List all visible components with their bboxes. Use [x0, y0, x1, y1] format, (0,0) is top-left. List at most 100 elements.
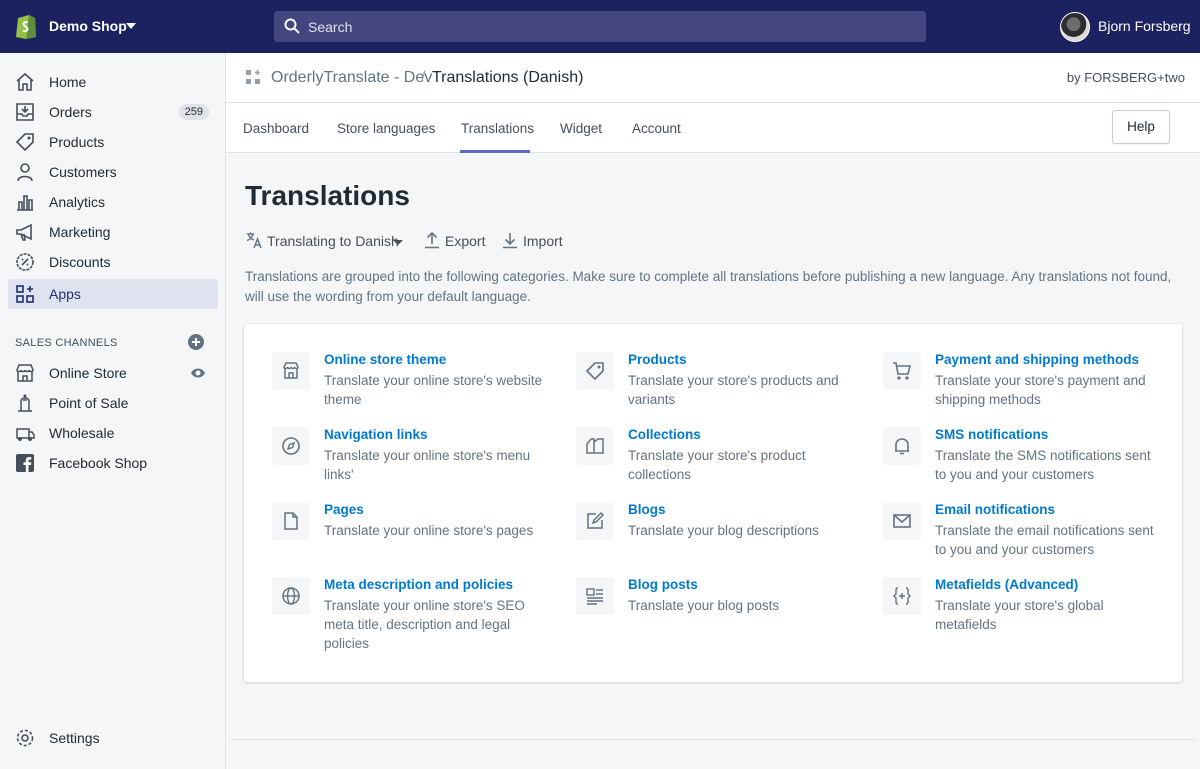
shopify-logo-icon[interactable] [14, 12, 38, 40]
tab-dashboard[interactable]: Dashboard [243, 121, 309, 136]
top-bar: Demo Shop Search Bjorn Forsberg [0, 0, 1200, 53]
add-circle-icon[interactable] [188, 334, 204, 350]
blog-posts-icon [586, 588, 603, 605]
sidebar-item-facebook-shop[interactable]: Facebook Shop [8, 448, 218, 478]
footer-divider [231, 739, 1195, 740]
category-description: Translate your online store's website th… [324, 373, 543, 407]
search-placeholder: Search [308, 19, 353, 35]
translate-icon [246, 232, 262, 249]
orders-icon [16, 103, 34, 121]
category-description: Translate your online store's menu links… [324, 448, 531, 482]
category-collections[interactable]: Collections Translate your store's produ… [576, 427, 866, 497]
compose-icon [587, 511, 605, 529]
theme-icon [283, 362, 299, 379]
help-button[interactable]: Help [1112, 110, 1170, 144]
category-description: Translate the email notifications sent t… [935, 523, 1154, 557]
category-title[interactable]: Metafields (Advanced) [935, 577, 1078, 592]
category-title[interactable]: Payment and shipping methods [935, 352, 1139, 367]
category-pages[interactable]: Pages Translate your online store's page… [272, 502, 562, 572]
category-title[interactable]: Products [628, 352, 687, 367]
translating-language-dropdown[interactable]: Translating to Danish [245, 231, 405, 251]
search-input[interactable]: Search [274, 11, 926, 42]
category-title[interactable]: Online store theme [324, 352, 446, 367]
import-label: Import [523, 233, 563, 249]
sidebar-item-label: Facebook Shop [49, 455, 148, 471]
cart-icon [893, 362, 912, 380]
caret-down-icon [393, 240, 403, 245]
person-icon [17, 163, 33, 182]
tab-store-languages[interactable]: Store languages [337, 121, 435, 136]
sidebar-item-online-store[interactable]: Online Store [8, 358, 218, 388]
sidebar-item-analytics[interactable]: Analytics [8, 187, 218, 217]
sidebar-item-home[interactable]: Home [8, 67, 218, 97]
category-meta-description[interactable]: Meta description and policies Translate … [272, 577, 562, 651]
category-description: Translate your blog descriptions [628, 523, 819, 538]
sidebar-item-apps[interactable]: Apps [8, 279, 218, 309]
category-title[interactable]: Pages [324, 502, 364, 517]
category-title[interactable]: Meta description and policies [324, 577, 513, 592]
categories-card: Online store theme Translate your online… [244, 324, 1182, 682]
category-title[interactable]: Blogs [628, 502, 666, 517]
import-button[interactable]: Import [501, 231, 563, 251]
category-metafields[interactable]: Metafields (Advanced) Translate your sto… [883, 577, 1173, 647]
category-blog-posts[interactable]: Blog posts Translate your blog posts [576, 577, 866, 647]
breadcrumb-app[interactable]: OrderlyTranslate - Dev [271, 69, 432, 87]
app-icon [246, 70, 260, 84]
sidebar-item-wholesale[interactable]: Wholesale [8, 418, 218, 448]
category-online-store-theme[interactable]: Online store theme Translate your online… [272, 352, 562, 422]
avatar[interactable] [1060, 12, 1090, 42]
shop-name[interactable]: Demo Shop [49, 18, 127, 34]
tab-widget[interactable]: Widget [560, 121, 602, 136]
export-button[interactable]: Export [423, 231, 485, 251]
sidebar-item-label: Products [49, 134, 105, 150]
category-navigation-links[interactable]: Navigation links Translate your online s… [272, 427, 562, 497]
sidebar-item-point-of-sale[interactable]: Point of Sale [8, 388, 218, 418]
megaphone-icon [16, 223, 32, 241]
category-description: Translate your online store's SEO meta t… [324, 598, 525, 651]
sidebar-item-label: Home [49, 74, 87, 90]
sidebar-item-label: Discounts [49, 254, 111, 270]
sidebar-item-settings[interactable]: Settings [8, 723, 218, 753]
breadcrumb-current: Translations (Danish) [432, 69, 584, 86]
category-title[interactable]: Navigation links [324, 427, 428, 442]
sidebar-item-label: Point of Sale [49, 395, 129, 411]
category-description: Translate your online store's pages [324, 523, 534, 538]
category-blogs[interactable]: Blogs Translate your blog descriptions [576, 502, 866, 572]
export-icon [425, 231, 439, 249]
app-developer: by FORSBERG+two [1066, 70, 1185, 85]
eye-icon[interactable] [190, 366, 206, 380]
chevron-down-icon[interactable] [126, 23, 136, 29]
sidebar-item-label: Wholesale [49, 425, 115, 441]
sidebar-item-products[interactable]: Products [8, 127, 218, 157]
category-title[interactable]: SMS notifications [935, 427, 1048, 442]
sidebar-item-orders[interactable]: Orders 259 [8, 97, 218, 127]
category-title[interactable]: Blog posts [628, 577, 698, 592]
category-email-notifications[interactable]: Email notifications Translate the email … [883, 502, 1173, 572]
category-title[interactable]: Collections [628, 427, 701, 442]
user-name[interactable]: Bjorn Forsberg [1098, 18, 1191, 34]
category-description: Translate your blog posts [628, 598, 780, 613]
sidebar-item-customers[interactable]: Customers [8, 157, 218, 187]
tab-translations[interactable]: Translations [461, 121, 534, 136]
sidebar-item-discounts[interactable]: Discounts [8, 247, 218, 277]
category-description: Translate your store's products and vari… [628, 373, 839, 407]
sidebar-item-marketing[interactable]: Marketing [8, 217, 218, 247]
tag-icon [15, 133, 34, 152]
category-title[interactable]: Email notifications [935, 502, 1055, 517]
tab-bar: Dashboard Store languages Translations W… [226, 103, 1200, 153]
orders-count-badge: 259 [178, 104, 209, 120]
wholesale-icon [16, 428, 35, 441]
category-description: Translate your store's global metafields [935, 598, 1104, 632]
store-icon [16, 364, 34, 382]
page-icon [284, 512, 298, 530]
category-sms-notifications[interactable]: SMS notifications Translate the SMS noti… [883, 427, 1173, 497]
envelope-icon [893, 514, 911, 528]
category-payment-shipping[interactable]: Payment and shipping methods Translate y… [883, 352, 1173, 422]
category-products[interactable]: Products Translate your store's products… [576, 352, 866, 422]
translating-label: Translating to Danish [267, 233, 399, 249]
category-description: Translate your store's payment and shipp… [935, 373, 1146, 407]
page-title: Translations [245, 180, 410, 211]
tab-account[interactable]: Account [632, 121, 681, 136]
sidebar: Home Orders 259 Products Customers Analy… [0, 53, 226, 769]
sidebar-item-label: Customers [49, 164, 117, 180]
